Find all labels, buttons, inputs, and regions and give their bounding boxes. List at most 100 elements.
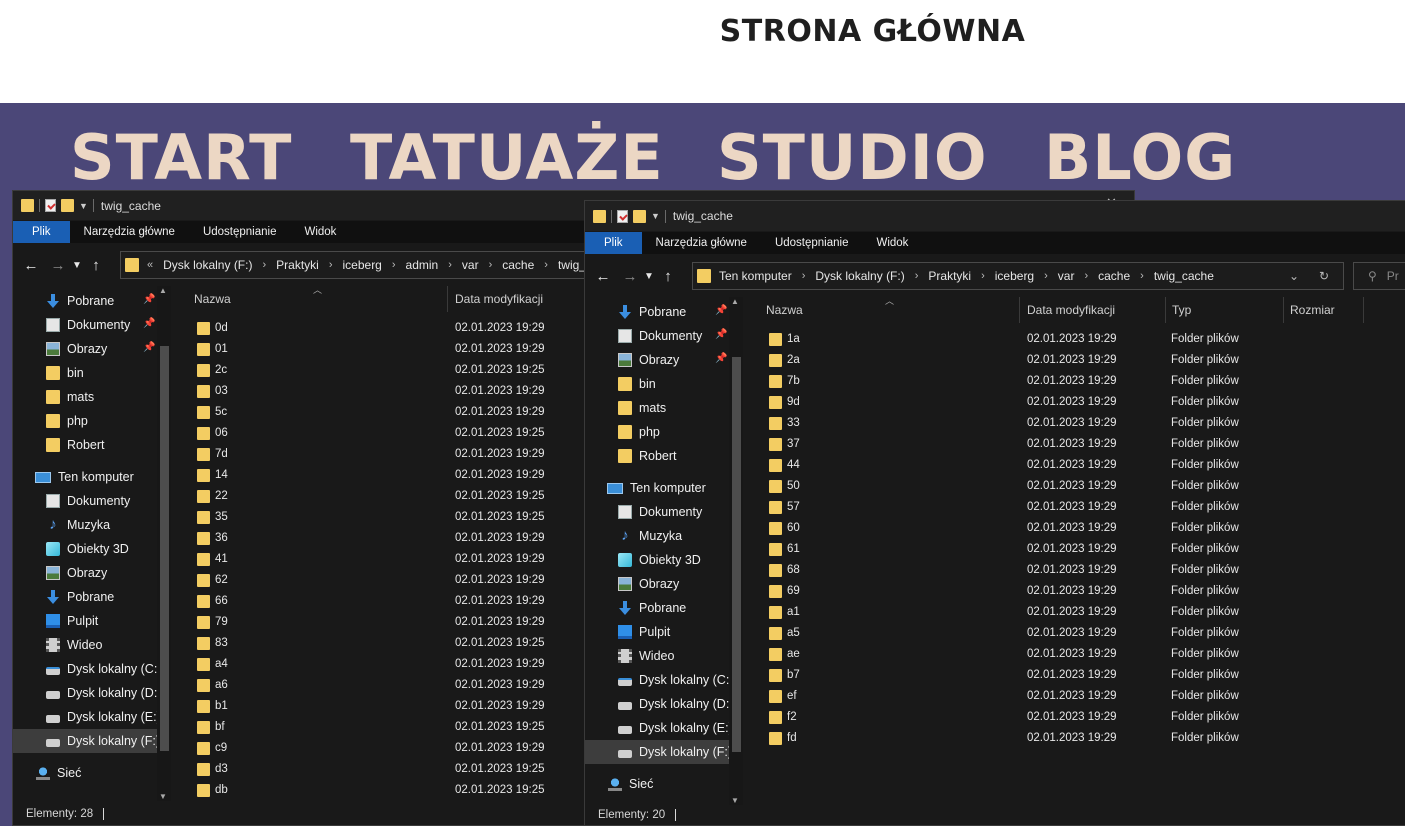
- nav-item[interactable]: Obiekty 3D: [46, 537, 129, 561]
- breadcrumb-item[interactable]: var: [1058, 269, 1075, 283]
- file-row[interactable]: 69 02.01.2023 19:29 Folder plików: [748, 581, 1405, 602]
- file-row[interactable]: 1a 02.01.2023 19:29 Folder plików: [748, 329, 1405, 350]
- scroll-up-icon[interactable]: ▲: [159, 286, 167, 295]
- breadcrumb-item[interactable]: cache: [1098, 269, 1130, 283]
- nav-item[interactable]: Pulpit: [618, 620, 670, 644]
- scrollbar-thumb[interactable]: [160, 346, 169, 751]
- file-row[interactable]: 57 02.01.2023 19:29 Folder plików: [748, 497, 1405, 518]
- nav-link-blog[interactable]: BLOG: [1044, 118, 1236, 198]
- breadcrumb-item[interactable]: cache: [502, 258, 534, 272]
- breadcrumb-chevron-icon[interactable]: ›: [1044, 270, 1048, 282]
- window-titlebar[interactable]: ▼ twig_cache: [585, 201, 1405, 231]
- nav-item[interactable]: ♪ Muzyka: [618, 524, 682, 548]
- search-input[interactable]: ⚲ Pr: [1353, 262, 1405, 290]
- nav-item[interactable]: mats: [46, 385, 94, 409]
- navigation-pane[interactable]: Pobrane 📌 Dokumenty 📌 Obrazy 📌 bin mats php Rober…: [13, 286, 173, 803]
- scroll-down-icon[interactable]: ▼: [731, 796, 739, 805]
- refresh-icon[interactable]: ↻: [1319, 263, 1329, 289]
- nav-item[interactable]: Ten komputer: [607, 476, 706, 500]
- tab-view[interactable]: Widok: [290, 221, 350, 243]
- breadcrumb-chevron-icon[interactable]: ›: [489, 259, 493, 271]
- nav-item[interactable]: Sieć: [36, 761, 81, 785]
- explorer-window-front[interactable]: ▼ twig_cache Plik Narzędzia główne Udost…: [584, 200, 1405, 826]
- nav-item[interactable]: Dysk lokalny (C:): [46, 657, 161, 681]
- address-dropdown-icon[interactable]: ⌄: [1289, 263, 1299, 289]
- nav-item[interactable]: Obrazy 📌: [46, 337, 155, 361]
- properties-icon[interactable]: [617, 209, 628, 223]
- new-folder-icon[interactable]: [633, 209, 646, 223]
- nav-item[interactable]: Pobrane 📌: [46, 289, 155, 313]
- file-row[interactable]: 50 02.01.2023 19:29 Folder plików: [748, 476, 1405, 497]
- breadcrumb-item[interactable]: Ten komputer: [719, 269, 792, 283]
- back-arrow-icon[interactable]: ←: [592, 268, 614, 285]
- nav-item[interactable]: Obiekty 3D: [618, 548, 701, 572]
- file-row[interactable]: fd 02.01.2023 19:29 Folder plików: [748, 728, 1405, 749]
- file-row[interactable]: 44 02.01.2023 19:29 Folder plików: [748, 455, 1405, 476]
- nav-item[interactable]: php: [46, 409, 88, 433]
- scroll-up-icon[interactable]: ▲: [731, 297, 739, 306]
- breadcrumb-chevron-icon[interactable]: ›: [329, 259, 333, 271]
- up-arrow-icon[interactable]: ↑: [85, 257, 107, 274]
- nav-link-studio[interactable]: STUDIO: [717, 118, 988, 198]
- file-row[interactable]: 37 02.01.2023 19:29 Folder plików: [748, 434, 1405, 455]
- file-row[interactable]: a5 02.01.2023 19:29 Folder plików: [748, 623, 1405, 644]
- tab-file[interactable]: Plik: [13, 221, 70, 243]
- nav-item[interactable]: Dysk lokalny (E:): [46, 705, 161, 729]
- nav-item[interactable]: Obrazy: [618, 572, 679, 596]
- breadcrumb-chevron-icon[interactable]: ›: [544, 259, 548, 271]
- nav-item[interactable]: Pulpit: [46, 609, 98, 633]
- nav-item[interactable]: Wideo: [46, 633, 102, 657]
- breadcrumb-item[interactable]: admin: [406, 258, 439, 272]
- column-size[interactable]: Rozmiar: [1284, 297, 1364, 323]
- breadcrumb-chevron-icon[interactable]: ›: [981, 270, 985, 282]
- breadcrumb-item[interactable]: Praktyki: [276, 258, 319, 272]
- breadcrumb-chevron-icon[interactable]: ›: [802, 270, 806, 282]
- nav-item[interactable]: Dysk lokalny (C:): [618, 668, 733, 692]
- breadcrumb-chevron-icon[interactable]: ›: [392, 259, 396, 271]
- nav-item[interactable]: Dokumenty: [46, 489, 130, 513]
- nav-item[interactable]: bin: [618, 372, 656, 396]
- breadcrumb-chevron-icon[interactable]: ›: [1084, 270, 1088, 282]
- chevron-down-icon[interactable]: ▼: [79, 201, 88, 211]
- column-type[interactable]: Typ: [1166, 297, 1284, 323]
- nav-item[interactable]: Pobrane 📌: [618, 300, 727, 324]
- tab-share[interactable]: Udostępnianie: [761, 232, 863, 254]
- breadcrumb-item[interactable]: Praktyki: [928, 269, 971, 283]
- nav-item[interactable]: Pobrane: [46, 585, 114, 609]
- nav-item[interactable]: Wideo: [618, 644, 674, 668]
- nav-item[interactable]: bin: [46, 361, 84, 385]
- recent-chevron-icon[interactable]: ▼: [69, 260, 85, 271]
- properties-icon[interactable]: [45, 199, 56, 212]
- breadcrumb-chevron-icon[interactable]: ›: [915, 270, 919, 282]
- nav-link-start[interactable]: START: [70, 118, 292, 198]
- file-row[interactable]: b7 02.01.2023 19:29 Folder plików: [748, 665, 1405, 686]
- address-bar[interactable]: Ten komputer › Dysk lokalny (F:) › Praktyki ›…: [692, 262, 1344, 290]
- breadcrumb-item[interactable]: Dysk lokalny (F:): [163, 258, 252, 272]
- nav-item[interactable]: Dysk lokalny (F:): [585, 740, 732, 764]
- nav-item[interactable]: Sieć: [608, 772, 653, 796]
- nav-link-tatuaze[interactable]: TATUAŻE: [350, 118, 664, 198]
- tab-home[interactable]: Narzędzia główne: [642, 232, 761, 254]
- nav-item[interactable]: Ten komputer: [35, 465, 134, 489]
- breadcrumb-chevron-icon[interactable]: ›: [448, 259, 452, 271]
- column-date[interactable]: Data modyfikacji: [1021, 297, 1166, 323]
- overflow-chevron-icon[interactable]: «: [147, 259, 153, 271]
- nav-scrollbar[interactable]: ▲ ▼: [729, 297, 743, 805]
- nav-item[interactable]: Obrazy 📌: [618, 348, 727, 372]
- scrollbar-thumb[interactable]: [732, 357, 741, 752]
- nav-item[interactable]: Robert: [618, 444, 677, 468]
- nav-item[interactable]: Obrazy: [46, 561, 107, 585]
- scroll-down-icon[interactable]: ▼: [159, 792, 167, 801]
- nav-item[interactable]: Dysk lokalny (D:): [618, 692, 733, 716]
- file-row[interactable]: 2a 02.01.2023 19:29 Folder plików: [748, 350, 1405, 371]
- back-arrow-icon[interactable]: ←: [20, 257, 42, 274]
- breadcrumb-item[interactable]: twig_cache: [1154, 269, 1214, 283]
- nav-item[interactable]: mats: [618, 396, 666, 420]
- up-arrow-icon[interactable]: ↑: [657, 268, 679, 285]
- navigation-pane[interactable]: Pobrane 📌 Dokumenty 📌 Obrazy 📌 bin mats php Rober…: [585, 297, 745, 803]
- nav-item[interactable]: php: [618, 420, 660, 444]
- breadcrumb-chevron-icon[interactable]: ›: [262, 259, 266, 271]
- nav-item[interactable]: Dysk lokalny (E:): [618, 716, 733, 740]
- file-row[interactable]: 60 02.01.2023 19:29 Folder plików: [748, 518, 1405, 539]
- breadcrumb-item[interactable]: Dysk lokalny (F:): [815, 269, 904, 283]
